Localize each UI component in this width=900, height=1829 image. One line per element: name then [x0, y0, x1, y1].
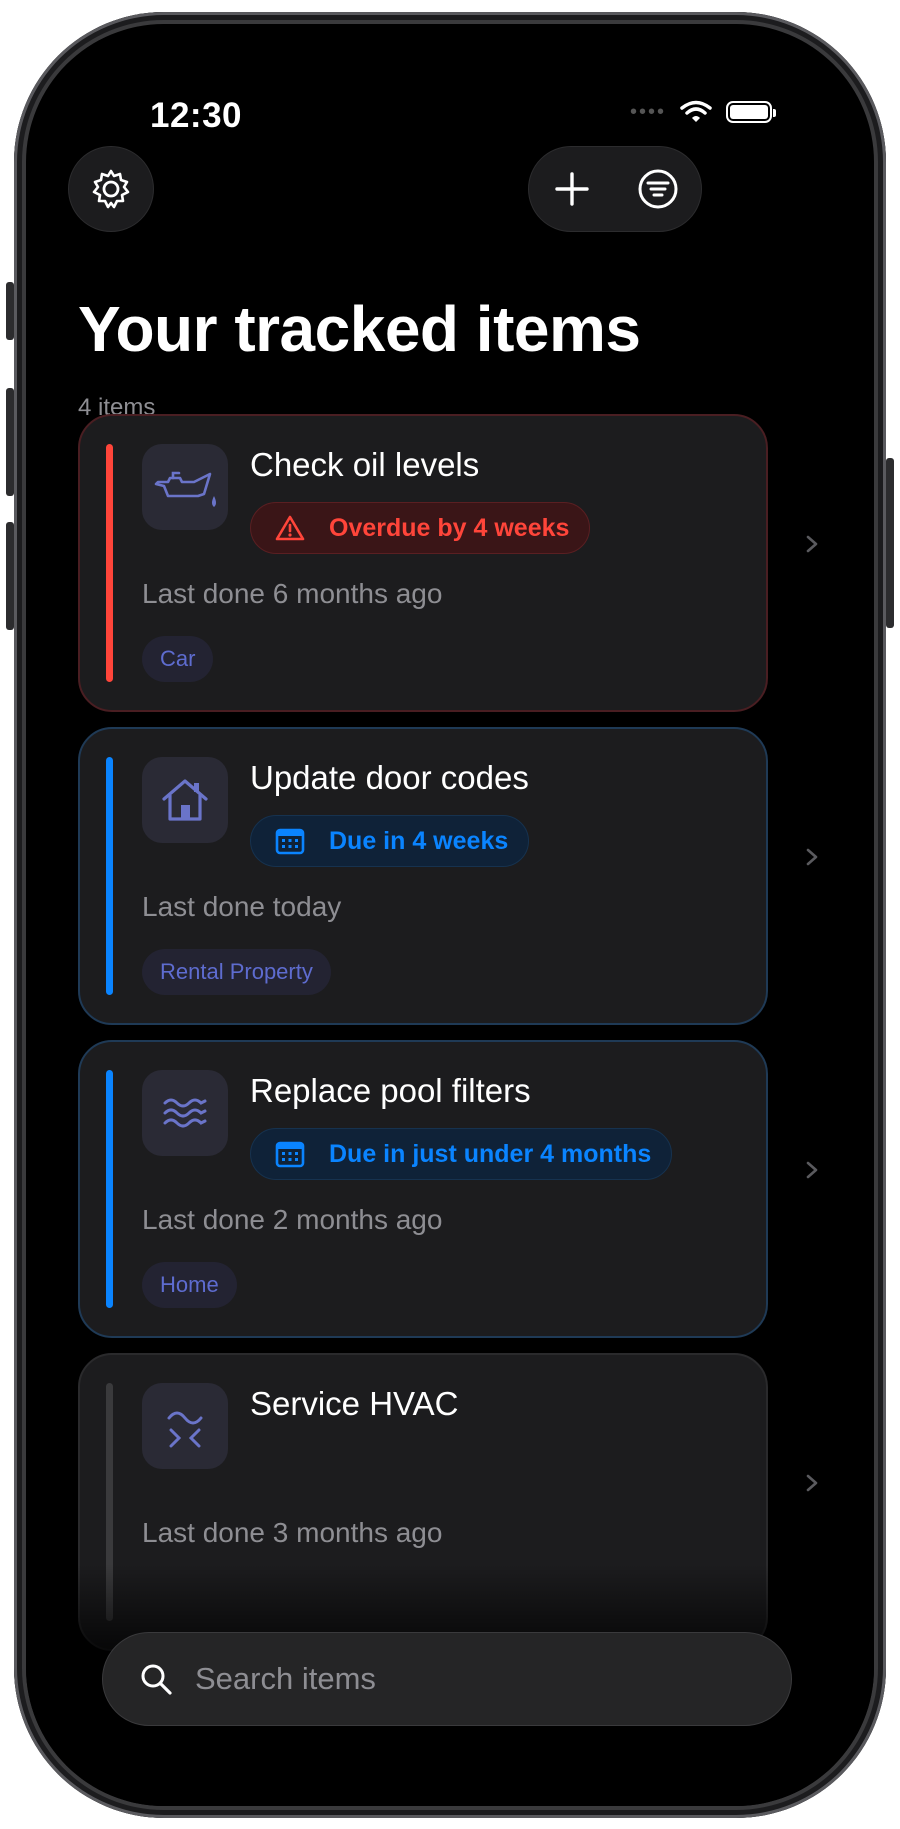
status-time: 12:30 — [150, 96, 243, 135]
category-tag[interactable]: Car — [142, 636, 214, 682]
category-tag[interactable]: Home — [142, 1262, 237, 1308]
item-title: Check oil levels — [250, 446, 480, 483]
warning-icon — [275, 515, 305, 541]
search-input[interactable] — [193, 1660, 717, 1698]
category-tag[interactable]: Rental Property — [142, 949, 331, 995]
last-done-text: Last done today — [142, 891, 342, 922]
search-bar[interactable] — [102, 1632, 792, 1726]
accent-bar — [106, 1070, 113, 1308]
settings-button[interactable] — [68, 146, 154, 232]
house-icon — [162, 779, 208, 821]
search-icon — [141, 1664, 172, 1695]
gear-icon — [92, 169, 130, 209]
calendar-icon — [275, 1141, 305, 1168]
item-card[interactable]: Replace pool filters Due in just under 4… — [78, 1040, 768, 1338]
status-text: Due in just under 4 months — [329, 1139, 652, 1168]
action-button — [6, 282, 14, 340]
item-icon-box — [142, 1070, 228, 1156]
chevron-right-icon[interactable] — [802, 1160, 822, 1180]
chevron-right-icon[interactable] — [802, 847, 822, 867]
status-text: Due in 4 weeks — [329, 826, 509, 855]
volume-up-button — [6, 388, 14, 496]
status-badge: Due in just under 4 months — [250, 1128, 673, 1180]
chevron-right-icon[interactable] — [802, 1473, 822, 1493]
item-title: Replace pool filters — [250, 1072, 531, 1109]
water-waves-icon — [163, 1098, 207, 1128]
last-done-text: Last done 3 months ago — [142, 1517, 443, 1548]
add-button[interactable] — [529, 146, 615, 232]
plus-icon — [555, 172, 589, 206]
item-icon-box — [142, 444, 228, 530]
page-title: Your tracked items — [78, 293, 641, 365]
wifi-icon — [680, 100, 712, 122]
status-text: Overdue by 4 weeks — [329, 513, 570, 542]
calendar-icon — [275, 828, 305, 855]
filter-icon — [638, 169, 678, 209]
item-card[interactable]: Check oil levels Overdue by 4 weeks Last… — [78, 414, 768, 712]
oil-can-icon — [154, 471, 216, 507]
status-icons: •••• — [629, 100, 776, 124]
item-title: Update door codes — [250, 759, 529, 796]
accent-bar — [106, 444, 113, 682]
item-card[interactable]: Update door codes Due in 4 weeks Last do… — [78, 727, 768, 1025]
signal-icon: •••• — [629, 100, 666, 123]
actions-pill — [528, 146, 702, 232]
battery-icon — [726, 101, 776, 123]
last-done-text: Last done 2 months ago — [142, 1204, 443, 1235]
accent-bar — [106, 757, 113, 995]
power-button — [886, 458, 894, 628]
filter-button[interactable] — [615, 146, 701, 232]
hvac-icon — [167, 1411, 203, 1448]
screen: 12:30 •••• Your tracked items 4 items Ch… — [26, 24, 874, 1806]
item-icon-box — [142, 757, 228, 843]
status-badge: Overdue by 4 weeks — [250, 502, 591, 554]
status-badge: Due in 4 weeks — [250, 815, 530, 867]
last-done-text: Last done 6 months ago — [142, 578, 443, 609]
volume-down-button — [6, 522, 14, 630]
chevron-right-icon[interactable] — [802, 534, 822, 554]
item-icon-box — [142, 1383, 228, 1469]
item-title: Service HVAC — [250, 1385, 459, 1422]
